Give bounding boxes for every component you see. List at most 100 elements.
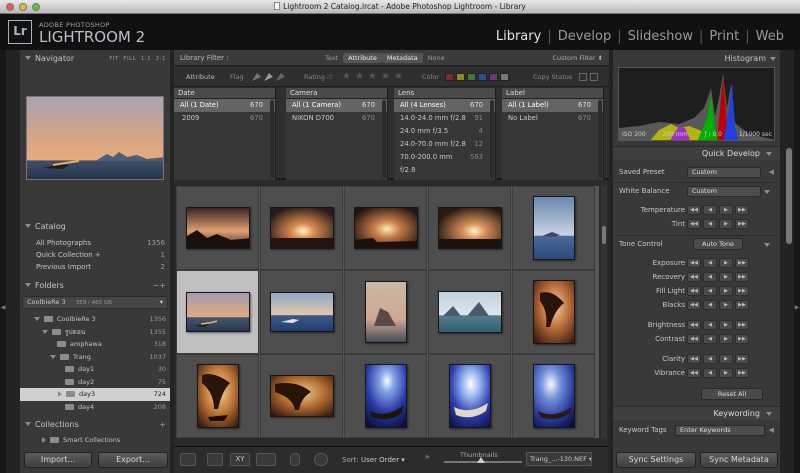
metadata-row[interactable]: All (1 Date) 670	[174, 99, 275, 112]
flag-filter-icons[interactable]	[249, 71, 289, 83]
color-swatch-red[interactable]	[445, 73, 454, 81]
grid-cell[interactable]	[260, 270, 343, 354]
filter-tab-none[interactable]: None	[423, 53, 450, 63]
module-library[interactable]: Library	[490, 29, 547, 44]
folder-row[interactable]: amphawa 318	[20, 338, 170, 351]
module-web[interactable]: Web	[750, 29, 790, 44]
right-panel-scrollbar[interactable]	[786, 148, 792, 244]
zoom-fill[interactable]: FILL	[123, 56, 136, 62]
zoom-icon[interactable]	[32, 3, 40, 11]
filter-tab-text[interactable]: Text	[320, 53, 343, 63]
photo-thumbnail[interactable]	[185, 207, 250, 249]
folder-row[interactable]: รูปตอน 1355	[20, 326, 170, 339]
sync-settings-button[interactable]: Sync Settings	[616, 452, 696, 468]
saved-preset-dropdown[interactable]: Custom	[687, 167, 761, 178]
volume-menu-icon[interactable]: ▾	[160, 297, 163, 308]
filter-tab-metadata[interactable]: Metadata	[381, 53, 423, 63]
spray-can-icon[interactable]	[290, 453, 300, 466]
rating-star-icon[interactable]: ★	[394, 67, 403, 87]
expand-left-icon[interactable]: ◀	[769, 166, 774, 179]
grid-cell[interactable]	[512, 354, 595, 438]
volume-bar[interactable]: CoolbieRe 3 359 / 465 GB ▾	[22, 296, 168, 309]
zoom-fit[interactable]: FIT	[109, 56, 119, 62]
grid-scrollbar[interactable]	[601, 186, 607, 438]
rating-star-icon[interactable]: ★	[342, 67, 351, 87]
photo-thumbnail[interactable]	[269, 375, 334, 417]
photo-thumbnail[interactable]	[269, 292, 334, 332]
photo-thumbnail[interactable]	[364, 281, 407, 343]
metadata-row[interactable]: All (1 Camera) 670	[286, 99, 387, 112]
folder-row[interactable]: day2 75	[20, 376, 170, 389]
column-header[interactable]: Date	[174, 88, 275, 99]
grid-view-icon[interactable]	[180, 453, 196, 466]
navigator-preview[interactable]	[26, 96, 164, 180]
grid-cell-selected[interactable]	[176, 270, 259, 354]
metadata-row[interactable]: 24.0-70.0 mm f/2.8 12	[394, 138, 495, 151]
left-panel-toggle[interactable]: ◀	[0, 50, 6, 473]
sort-order-dropdown[interactable]: User Order ▾	[361, 456, 405, 464]
column-header[interactable]: Lens	[394, 88, 495, 99]
grid-cell[interactable]	[176, 186, 259, 270]
metadata-row[interactable]: NIKON D700 670	[286, 112, 387, 125]
photo-thumbnail[interactable]	[437, 207, 502, 249]
flag-icon[interactable]: ⚑	[424, 454, 430, 462]
export-button[interactable]: Export...	[98, 452, 168, 468]
white-balance-dropdown[interactable]: Custom	[687, 186, 761, 197]
grid-cell[interactable]	[428, 354, 511, 438]
module-print[interactable]: Print	[703, 29, 745, 44]
expand-left-icon[interactable]: ◀	[769, 424, 774, 437]
grid-cell[interactable]	[260, 354, 343, 438]
filter-tab-attribute[interactable]: Attribute	[343, 53, 382, 63]
grid-cell[interactable]	[344, 354, 427, 438]
metadata-row[interactable]: 14.0-24.0 mm f/2.8 91	[394, 112, 495, 125]
folder-row[interactable]: day1 30	[20, 363, 170, 376]
smart-collections-row[interactable]: Smart Collections	[20, 434, 170, 447]
histogram-header[interactable]: Histogram	[613, 52, 780, 66]
survey-view-icon[interactable]	[256, 453, 276, 466]
folder-row[interactable]: CoolbieRe 3 1356	[20, 313, 170, 326]
compare-view-icon[interactable]: XY	[230, 453, 250, 466]
photo-thumbnail[interactable]	[269, 207, 334, 249]
metadata-row[interactable]: No Label 670	[502, 112, 603, 125]
loupe-view-icon[interactable]	[207, 453, 223, 466]
color-swatch-green[interactable]	[467, 73, 476, 81]
collections-header[interactable]: Collections +	[20, 418, 170, 432]
photo-thumbnail[interactable]	[196, 364, 239, 428]
photo-thumbnail[interactable]	[437, 291, 502, 333]
rating-star-icon[interactable]: ★	[381, 67, 390, 87]
keywording-header[interactable]: Keywording	[613, 406, 780, 420]
module-slideshow[interactable]: Slideshow	[622, 29, 699, 44]
column-header[interactable]: Camera	[286, 88, 387, 99]
custom-filter-dropdown[interactable]: Custom Filter ⬍	[552, 53, 603, 63]
grid-cell[interactable]	[176, 354, 259, 438]
zoom-2-1[interactable]: 2:1	[156, 56, 166, 62]
column-header[interactable]: Label	[502, 88, 603, 99]
photo-thumbnail[interactable]	[532, 280, 575, 344]
grid-cell[interactable]	[512, 270, 595, 354]
grid-cell[interactable]	[428, 186, 511, 270]
sync-metadata-button[interactable]: Sync Metadata	[700, 452, 778, 468]
module-develop[interactable]: Develop	[552, 29, 618, 44]
scrollbar-thumb[interactable]	[602, 226, 606, 244]
metadata-row[interactable]: All (1 Label) 670	[502, 99, 603, 112]
catalog-header[interactable]: Catalog	[20, 220, 170, 234]
column-scrollbar[interactable]	[598, 100, 602, 178]
metadata-row[interactable]: 2009 670	[174, 112, 275, 125]
grid-cell[interactable]	[512, 186, 595, 270]
import-button[interactable]: Import...	[24, 452, 92, 468]
color-swatch-purple[interactable]	[489, 73, 498, 81]
color-swatch-none[interactable]	[500, 73, 509, 81]
rating-star-icon[interactable]: ★	[368, 67, 377, 87]
add-folder-icon[interactable]: −+	[153, 279, 166, 293]
right-panel-toggle[interactable]: ▶	[794, 50, 800, 473]
grid-cell[interactable]	[260, 186, 343, 270]
rating-star-icon[interactable]: ★	[355, 67, 364, 87]
photo-thumbnail[interactable]	[448, 364, 491, 428]
folder-row[interactable]: Trang 1037	[20, 351, 170, 364]
minimize-icon[interactable]	[19, 3, 27, 11]
photo-thumbnail[interactable]	[532, 364, 575, 428]
expand-icon[interactable]	[764, 190, 770, 194]
grid-cell[interactable]	[428, 270, 511, 354]
color-swatch-blue[interactable]	[478, 73, 487, 81]
metadata-row[interactable]: All (4 Lenses) 670	[394, 99, 495, 112]
